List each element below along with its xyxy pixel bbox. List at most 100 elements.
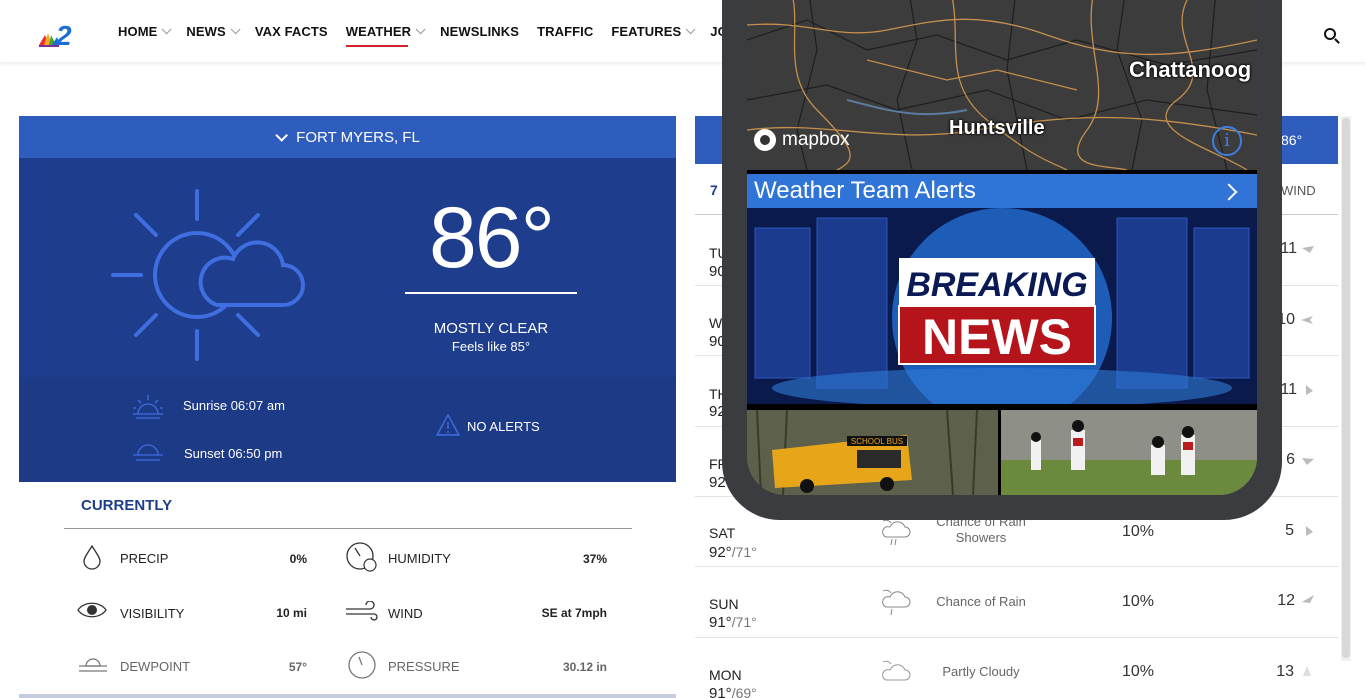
feels-like: Feels like 85° bbox=[451, 339, 531, 354]
nav-home-label: HOME bbox=[118, 23, 158, 39]
nav-vax-facts-label: VAX FACTS bbox=[254, 23, 328, 39]
nav-list: HOME NEWS VAX FACTS WEATHER NEWSLINKS TR… bbox=[118, 0, 764, 62]
forecast-precip-chance: 10% bbox=[1122, 593, 1155, 610]
forecast-scrollbar-thumb[interactable] bbox=[1342, 118, 1350, 658]
forecast-day: MON bbox=[709, 667, 742, 683]
chevron-right-icon bbox=[1220, 183, 1238, 201]
forecast-hi-lo: 91°/71° bbox=[709, 614, 757, 631]
wind-value: SE at 7mph bbox=[541, 606, 607, 620]
precip-label: PRECIP bbox=[120, 551, 169, 566]
nav-newslinks-label: NEWSLINKS bbox=[440, 23, 520, 39]
sun-times-panel bbox=[19, 377, 676, 482]
pressure-value: 30.12 in bbox=[562, 660, 607, 674]
visibility-value: 10 mi bbox=[276, 606, 307, 620]
forecast-wind-speed: 5 bbox=[1285, 522, 1294, 539]
sunrise-icon bbox=[133, 395, 163, 419]
forecast-wind-speed: 13 bbox=[1276, 663, 1294, 680]
chevron-down-icon bbox=[415, 23, 426, 34]
nav-weather[interactable]: WEATHER bbox=[345, 24, 426, 47]
chevron-down-icon bbox=[230, 23, 241, 34]
wind-direction-icon bbox=[1302, 595, 1314, 603]
current-condition: MOSTLY CLEAR bbox=[433, 320, 549, 337]
mapbox-label: mapbox bbox=[782, 129, 850, 150]
weather-team-alerts-bar[interactable]: Weather Team Alerts bbox=[747, 174, 1257, 208]
humidity-value: 37% bbox=[582, 552, 607, 566]
forecast-hi: 91° bbox=[709, 685, 732, 698]
wind-direction-icon bbox=[1306, 385, 1313, 395]
breaking-news-graphic: BREAKING NEWS bbox=[747, 208, 1257, 404]
location-selector[interactable]: FORT MYERS, FL bbox=[19, 116, 676, 158]
search-icon[interactable] bbox=[1324, 28, 1336, 40]
svg-text:2: 2 bbox=[55, 21, 72, 49]
wind-label: WIND bbox=[388, 606, 423, 621]
visibility-label: VISIBILITY bbox=[120, 606, 185, 621]
rain-icon bbox=[882, 589, 911, 616]
map-city-label: Chattanoog bbox=[1129, 57, 1252, 82]
school-bus-thumbnail[interactable]: SCHOOL BUS bbox=[747, 410, 998, 495]
pressure-label: PRESSURE bbox=[388, 659, 460, 674]
nav-features[interactable]: FEATURES bbox=[611, 23, 696, 39]
wind-direction-icon bbox=[1303, 666, 1311, 676]
forecast-precip-chance: 10% bbox=[1122, 523, 1155, 540]
pressure-gauge-icon bbox=[348, 651, 376, 679]
breaking-text: BREAKING bbox=[906, 266, 1087, 304]
nav-news[interactable]: NEWS bbox=[186, 23, 241, 39]
nbc2-logo[interactable]: 2 bbox=[37, 21, 83, 49]
mapbox-logo: mapbox bbox=[754, 129, 850, 151]
dewpoint-label: DEWPOINT bbox=[120, 659, 191, 674]
info-icon[interactable]: i bbox=[1212, 126, 1242, 156]
bus-sign-text: SCHOOL BUS bbox=[851, 437, 903, 446]
wind-direction-icon bbox=[1302, 458, 1314, 465]
precip-value: 0% bbox=[289, 552, 307, 566]
temperature-divider bbox=[405, 292, 577, 294]
football-thumbnail[interactable] bbox=[1001, 410, 1257, 495]
nav-vax-facts[interactable]: VAX FACTS bbox=[255, 24, 328, 39]
partly-cloudy-icon bbox=[111, 189, 305, 361]
forecast-row-divider bbox=[695, 566, 1338, 567]
raindrop-icon bbox=[83, 544, 101, 570]
wind-direction-icon bbox=[1301, 316, 1313, 324]
forecast-description: Partly Cloudy bbox=[942, 664, 1020, 679]
wind-column-header: WIND bbox=[1281, 183, 1316, 198]
partly-cloudy-icon bbox=[882, 660, 911, 681]
nav-home[interactable]: HOME bbox=[118, 23, 172, 39]
chevron-down-icon bbox=[685, 23, 696, 34]
card-bottom-bar bbox=[19, 694, 676, 698]
forecast-wind-speed: 12 bbox=[1277, 592, 1295, 609]
rain-showers-icon bbox=[882, 519, 911, 546]
sunset-time: Sunset 06:50 pm bbox=[184, 446, 283, 461]
forecast-tab-label[interactable]: 7 bbox=[710, 182, 718, 198]
football-image bbox=[1001, 410, 1257, 495]
dewpoint-value: 57° bbox=[288, 660, 307, 674]
nav-traffic[interactable]: TRAFFIC bbox=[537, 24, 593, 39]
humidity-label: HUMIDITY bbox=[388, 551, 451, 566]
forecast-lo: /71° bbox=[731, 614, 757, 630]
wind-direction-icon bbox=[1306, 526, 1313, 536]
page: 2 HOME NEWS VAX FACTS WEATHER NEWSLINKS … bbox=[0, 0, 1366, 698]
nav-news-label: NEWS bbox=[186, 23, 226, 39]
chevron-down-icon bbox=[162, 23, 172, 34]
currently-title: CURRENTLY bbox=[81, 497, 173, 514]
weather-team-alerts-label: Weather Team Alerts bbox=[754, 177, 976, 204]
forecast-hi: 91° bbox=[709, 614, 732, 631]
nav-newslinks[interactable]: NEWSLINKS bbox=[440, 24, 519, 39]
sunrise-time: Sunrise 06:07 am bbox=[183, 398, 285, 413]
forecast-lo: /69° bbox=[731, 685, 757, 698]
phone-screen: Chattanoog Huntsville mapbox i Weather T… bbox=[747, 0, 1257, 495]
currently-divider bbox=[64, 528, 632, 529]
forecast-bar-temperature: 86° bbox=[1281, 132, 1303, 148]
sunset-icon bbox=[133, 444, 163, 461]
current-temperature: 86° bbox=[428, 190, 555, 286]
breaking-news-image[interactable]: BREAKING NEWS bbox=[747, 208, 1257, 404]
chevron-down-icon bbox=[275, 128, 289, 142]
mapbox-icon bbox=[754, 129, 776, 151]
news-text: NEWS bbox=[922, 309, 1072, 365]
school-bus-image: SCHOOL BUS bbox=[747, 410, 998, 495]
humidity-gauge-icon bbox=[346, 542, 377, 572]
forecast-day: W bbox=[709, 315, 723, 331]
nav-features-label: FEATURES bbox=[611, 23, 682, 39]
alerts-status[interactable]: NO ALERTS bbox=[467, 419, 540, 434]
forecast-hi: 92° bbox=[709, 544, 732, 561]
wind-icon bbox=[346, 601, 378, 621]
radar-map[interactable]: Chattanoog Huntsville mapbox i bbox=[747, 0, 1257, 170]
